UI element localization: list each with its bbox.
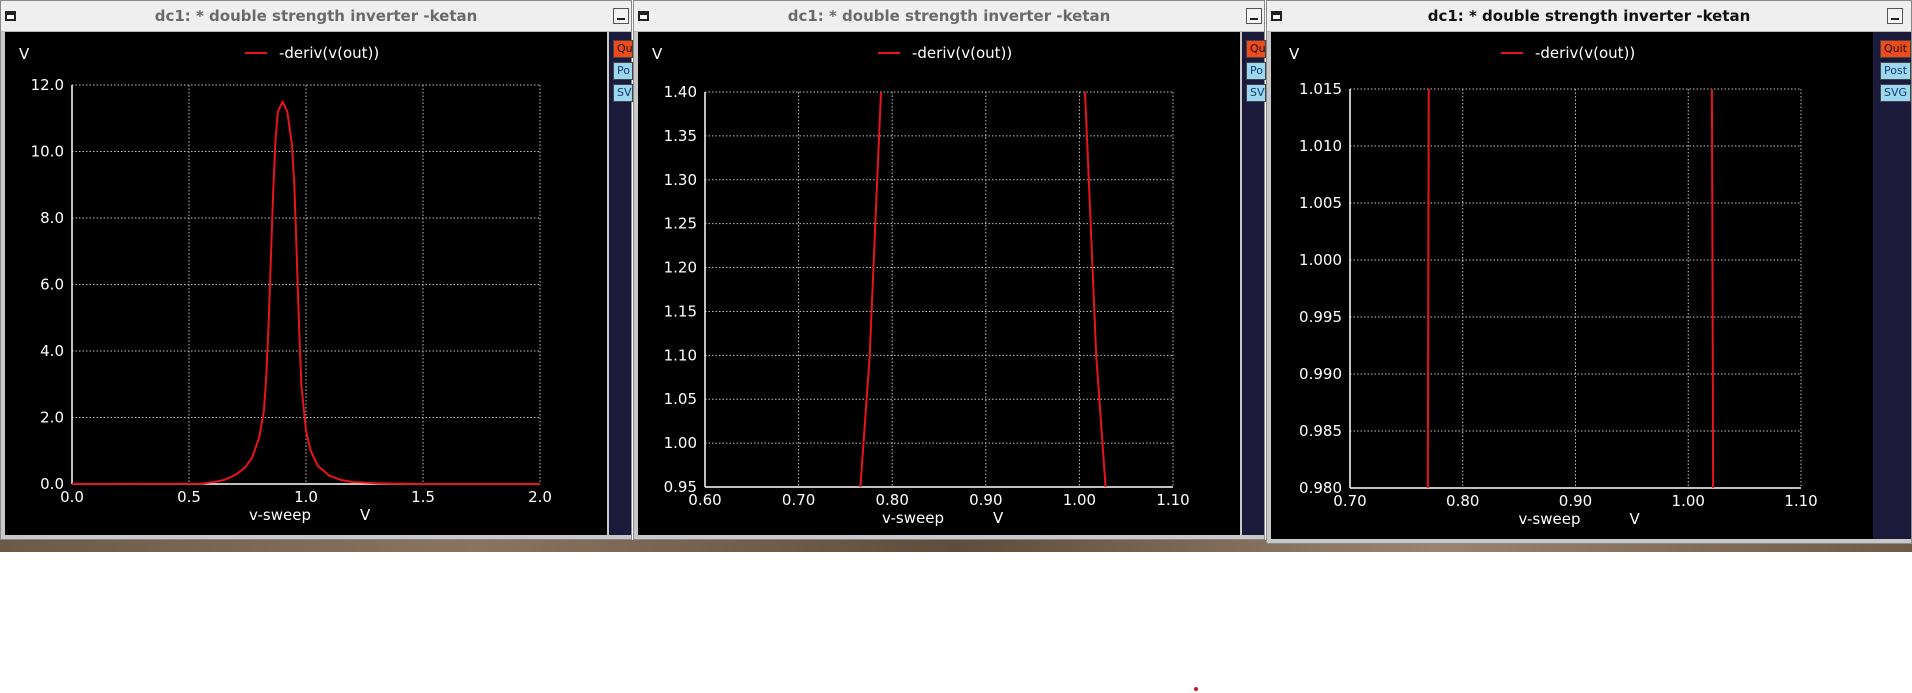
y-tick-label: 1.20 [664,259,697,277]
y-tick-label: 0.995 [1299,308,1342,326]
svg-button[interactable]: SV [613,84,633,102]
line-chart: 0.0 0.5 1.0 1.5 2.00.02.04.06.08.010.012.0Vv… [19,44,552,524]
svg-button[interactable]: SVG [1880,84,1911,102]
x-axis-unit: V [1630,510,1641,528]
y-tick-label: 6.0 [40,276,64,294]
x-tick-label: 1.00 [1063,491,1096,509]
y-tick-label: 1.00 [664,434,697,452]
x-tick-label: 0.80 [1446,492,1479,510]
minimize-button[interactable] [613,8,629,24]
y-tick-label: 1.005 [1299,194,1342,212]
plot-canvas: 0.70 0.80 0.90 1.00 1.10 0.980 0.985 0.990 0.995… [1271,32,1873,539]
y-tick-label: 1.35 [664,127,697,145]
svg-button[interactable]: SV [1246,84,1266,102]
x-axis-label: v-sweep [882,509,944,527]
y-tick-label: 0.990 [1299,365,1342,383]
x-tick-label: 0.90 [1559,492,1592,510]
minimize-button[interactable] [1887,8,1903,24]
window-title: dc1: * double strength inverter -ketan [1427,7,1751,25]
button-panel: Quit Post SVG [1873,32,1911,539]
x-tick-label: 1.00 [1672,492,1705,510]
x-tick-label: 0.5 [177,488,201,506]
minimize-button[interactable] [1246,8,1262,24]
series-line [1426,88,1430,489]
y-tick-label: 1.10 [664,346,697,364]
postscript-button[interactable]: Po [613,62,633,80]
title-bar[interactable]: dc1: * double strength inverter -ketan [1267,1,1911,32]
line-chart: 0.70 0.80 0.90 1.00 1.100.9800.9850.9900.995… [1289,44,1818,528]
plot-window-3[interactable]: dc1: * double strength inverter -ketan 0… [1266,0,1912,544]
x-tick-label: 0.80 [875,491,908,509]
y-tick-label: 1.15 [664,302,697,320]
x-axis-label: v-sweep [249,506,311,524]
y-tick-label: 1.000 [1299,251,1342,269]
x-axis-unit: V [360,506,371,524]
series-line [1084,91,1107,488]
plot-window-1[interactable]: dc1: * double strength inverter -ketan 0… [0,0,633,540]
button-panel: Qu Po SV [1242,32,1266,535]
y-tick-label: 4.0 [40,342,64,360]
y-tick-label: 0.95 [664,478,697,496]
series-line [1710,88,1715,489]
x-tick-label: 1.0 [294,488,318,506]
title-bar[interactable]: dc1: * double strength inverter -ketan [634,1,1264,32]
y-tick-label: 8.0 [40,209,64,227]
desktop-marker-dot [1194,687,1198,691]
y-tick-label: 1.010 [1299,137,1342,155]
y-tick-label: 1.40 [664,83,697,101]
plot-canvas: 0.0 0.5 1.0 1.5 2.0 0.0 2.0 4.0 6.0 8.0 10.0 12.0 Vv… [5,32,607,535]
postscript-button[interactable]: Post [1880,62,1911,80]
y-tick-label: 1.30 [664,171,697,189]
y-tick-label: 10.0 [31,143,64,161]
x-tick-label: 1.10 [1156,491,1189,509]
y-axis-label: V [19,45,30,63]
postscript-button[interactable]: Po [1246,62,1266,80]
y-axis-label: V [652,45,663,63]
window-title: dc1: * double strength inverter -ketan [154,7,478,25]
x-axis-unit: V [993,509,1004,527]
y-tick-label: 1.05 [664,390,697,408]
quit-button[interactable]: Qu [613,40,633,58]
x-axis-label: v-sweep [1519,510,1581,528]
window-title: dc1: * double strength inverter -ketan [787,7,1111,25]
quit-button[interactable]: Quit [1880,40,1911,58]
legend-label: -deriv(v(out)) [912,44,1012,62]
x-tick-label: 2.0 [528,488,552,506]
button-panel: Qu Po SV [609,32,633,535]
y-axis-label: V [1289,45,1300,63]
x-tick-label: 0.70 [782,491,815,509]
legend-label: -deriv(v(out)) [1535,44,1635,62]
y-tick-label: 0.980 [1299,479,1342,497]
y-tick-label: 12.0 [31,76,64,94]
legend-label: -deriv(v(out)) [279,44,379,62]
y-tick-label: 1.015 [1299,80,1342,98]
x-tick-label: 0.90 [969,491,1002,509]
x-tick-label: 1.5 [411,488,435,506]
title-bar[interactable]: dc1: * double strength inverter -ketan [1,1,631,32]
series-line [859,91,882,488]
x-tick-label: 1.10 [1784,492,1817,510]
line-chart: 0.60 0.70 0.80 0.90 1.00 1.100.951.001.051.10… [652,44,1190,527]
y-tick-label: 0.0 [40,475,64,493]
plot-window-2[interactable]: dc1: * double strength inverter -ketan 0… [633,0,1266,540]
y-tick-label: 1.25 [664,215,697,233]
y-tick-label: 2.0 [40,409,64,427]
plot-canvas: 0.60 0.70 0.80 0.90 1.00 1.10 0.95 1.00 1.05 1.10… [638,32,1240,535]
y-tick-label: 0.985 [1299,422,1342,440]
quit-button[interactable]: Qu [1246,40,1266,58]
